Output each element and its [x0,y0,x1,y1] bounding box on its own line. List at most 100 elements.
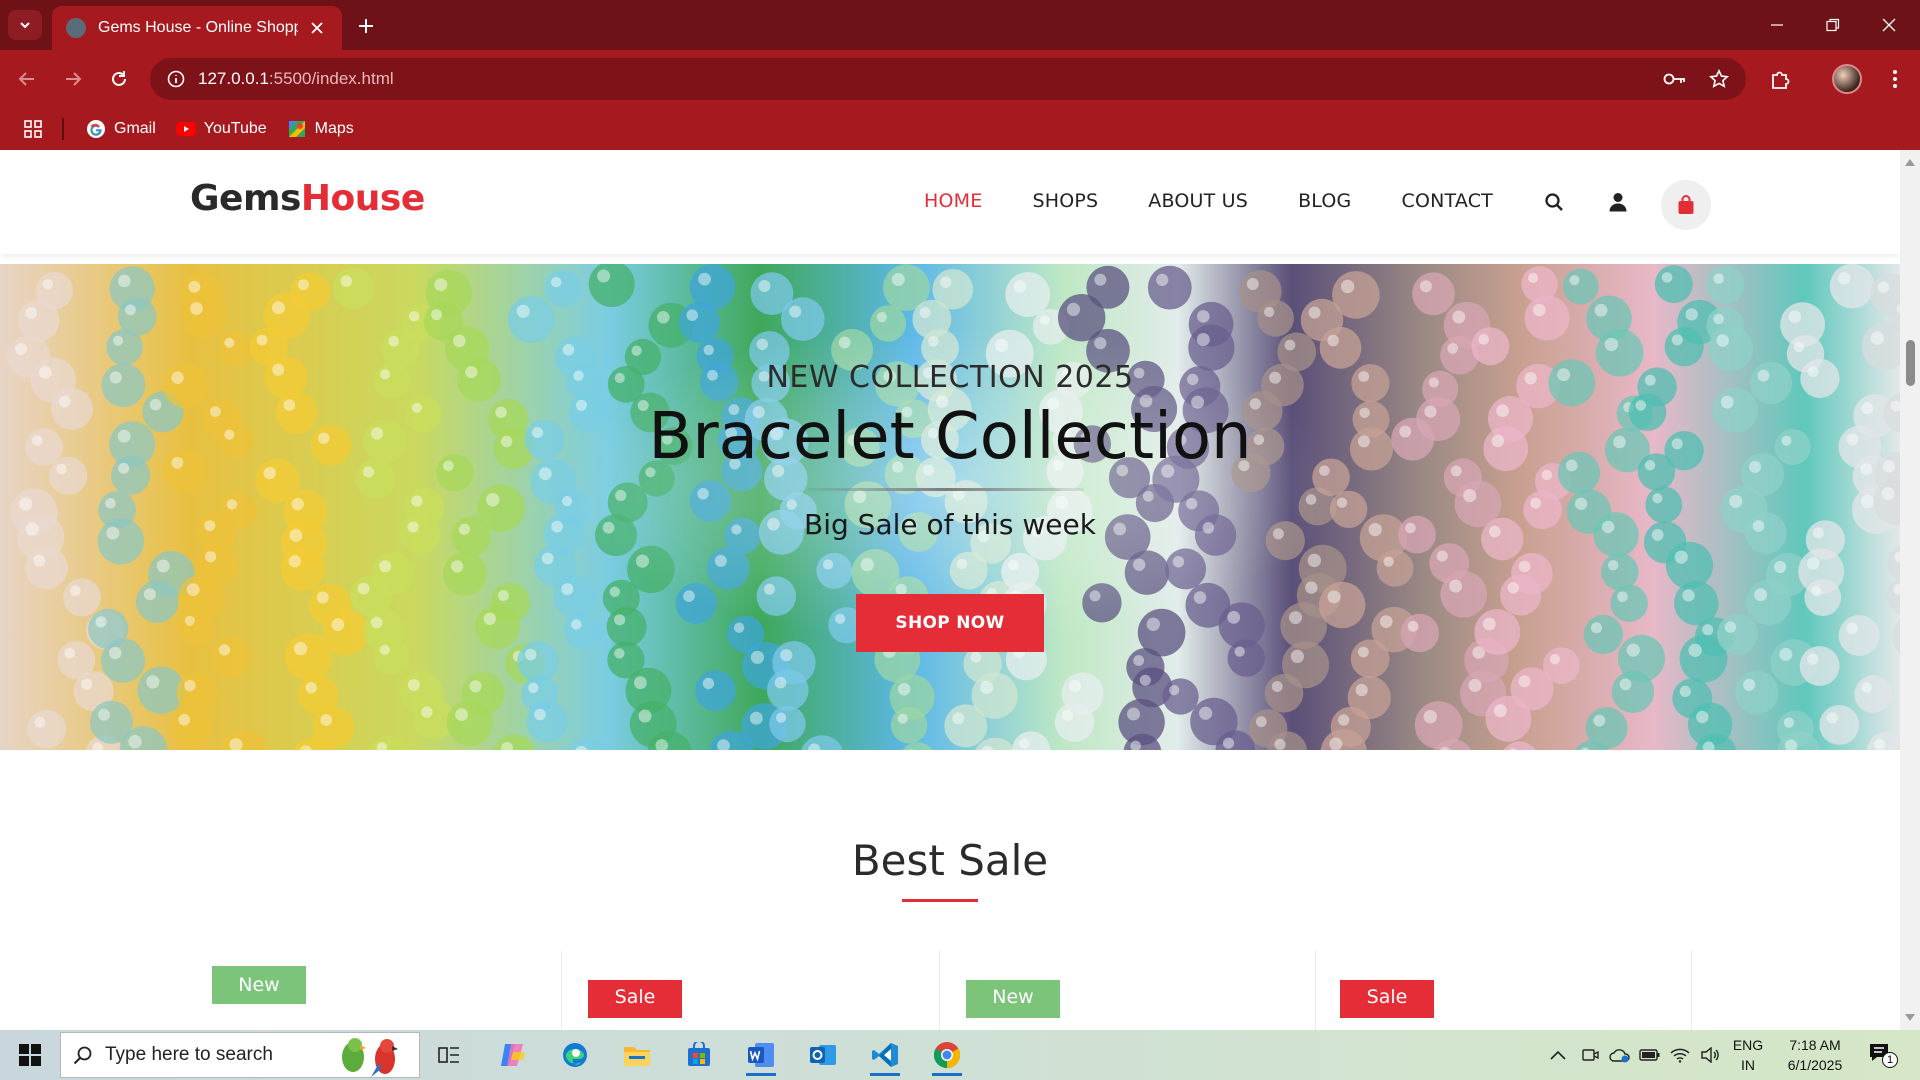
reload-button[interactable] [102,62,136,96]
bead-highlight [486,493,500,507]
volume-icon[interactable] [1698,1042,1722,1068]
bead [902,742,933,750]
bead-highlight [1133,655,1145,666]
bookmark-gmail[interactable]: Gmail [78,114,164,144]
user-icon[interactable] [1602,186,1634,218]
wifi-icon[interactable] [1668,1042,1692,1068]
scrollbar-thumb[interactable] [1906,340,1915,386]
close-window-button[interactable] [1866,8,1912,42]
new-tab-button[interactable] [352,12,380,40]
outlook-button[interactable] [800,1034,846,1076]
profile-avatar[interactable] [1832,64,1862,94]
bead-highlight [897,682,911,696]
bead [890,706,928,744]
bead-highlight [455,708,468,721]
scroll-up-icon[interactable] [1904,156,1916,168]
hero-kicker: NEW COLLECTION 2025 [766,360,1134,395]
word-button[interactable] [738,1034,784,1076]
apps-button[interactable] [16,112,50,146]
copilot-button[interactable] [490,1034,536,1076]
nav-home[interactable]: HOME [924,190,982,212]
minimize-button[interactable] [1754,8,1800,42]
product-card[interactable]: Sale [562,950,940,1030]
bead-highlight [1069,680,1082,693]
bead-highlight [1423,710,1438,724]
bead-highlight [541,552,554,565]
hero-subtitle: Big Sale of this week [804,508,1096,541]
search-icon[interactable] [1538,186,1570,218]
bead-highlight [1877,281,1890,293]
bead-highlight [15,343,27,355]
browser-menu-button[interactable] [1878,62,1912,96]
chrome-button[interactable] [924,1034,970,1076]
restore-button[interactable] [1810,8,1856,42]
bead-highlight [1594,303,1608,317]
site-logo[interactable]: GemsHouse [190,178,425,219]
bookmark-maps[interactable]: Maps [279,114,362,144]
bead [63,578,101,617]
taskbar-search[interactable]: Type here to search [60,1032,420,1078]
active-tab[interactable]: Gems House - Online Shopping [52,6,342,50]
back-button[interactable] [10,62,44,96]
maps-icon [287,119,307,139]
product-card[interactable]: New [188,950,562,1030]
bead [1799,646,1840,686]
bookmark-youtube[interactable]: YouTube [168,114,275,144]
bead-highlight [1139,674,1151,686]
bead-highlight [1290,649,1304,663]
bead-highlight [1528,272,1539,284]
meet-now-icon[interactable] [1578,1042,1602,1068]
bead-highlight [411,495,423,507]
bead-highlight [316,591,329,604]
notification-center-button[interactable]: 1 [1866,1040,1898,1070]
cart-button[interactable] [1661,180,1711,230]
bead [220,729,268,750]
forward-button[interactable] [56,62,90,96]
bead [101,638,146,683]
scroll-down-icon[interactable] [1904,1012,1916,1024]
nav-contact[interactable]: CONTACT [1401,190,1493,212]
tab-search-button[interactable] [8,10,42,40]
vscode-button[interactable] [862,1034,908,1076]
onedrive-icon[interactable] [1608,1042,1632,1068]
nav-about-us[interactable]: ABOUT US [1148,190,1248,212]
address-bar[interactable]: 127.0.0.1:5500/index.html [150,58,1746,100]
start-button[interactable] [10,1040,50,1070]
tab-close-button[interactable] [306,17,328,39]
chevron-up-icon[interactable] [1546,1042,1570,1068]
bead-highlight [534,708,546,721]
bead-highlight [272,301,285,315]
nav-blog[interactable]: BLOG [1298,190,1351,212]
bead [1440,571,1487,618]
bead-highlight [1532,303,1546,317]
bead-highlight [1407,620,1419,632]
bead [944,704,988,748]
nav-shops[interactable]: SHOPS [1032,190,1098,212]
bead-highlight [434,278,448,292]
bead-highlight [1062,709,1073,721]
store-button[interactable] [676,1034,722,1076]
product-card[interactable]: Sale [1316,950,1692,1030]
site-info-button[interactable] [154,58,198,100]
battery-icon[interactable] [1638,1042,1662,1068]
page-scrollbar[interactable] [1900,150,1920,1030]
bead-highlight [98,708,110,721]
bookmark-star-icon[interactable] [1706,66,1732,92]
product-card[interactable]: New [940,950,1316,1030]
task-view-button[interactable] [426,1034,472,1076]
clock[interactable]: 7:18 AM 6/1/2025 [1772,1035,1858,1075]
bead-highlight [25,307,38,319]
shop-now-button[interactable]: SHOP NOW [856,594,1044,652]
bead-highlight [1255,716,1267,728]
edge-button[interactable] [552,1034,598,1076]
bead-highlight [297,279,309,291]
file-explorer-button[interactable] [614,1034,660,1076]
password-key-icon[interactable] [1662,66,1688,92]
bead-highlight [1436,550,1448,562]
bead-highlight [1870,331,1885,345]
extensions-button[interactable] [1764,62,1798,96]
input-language-indicator[interactable]: ENG IN [1728,1035,1768,1075]
main-nav: HOME SHOPS ABOUT US BLOG CONTACT [924,190,1543,212]
bead-highlight [1447,343,1459,354]
bead-highlight [980,680,994,694]
